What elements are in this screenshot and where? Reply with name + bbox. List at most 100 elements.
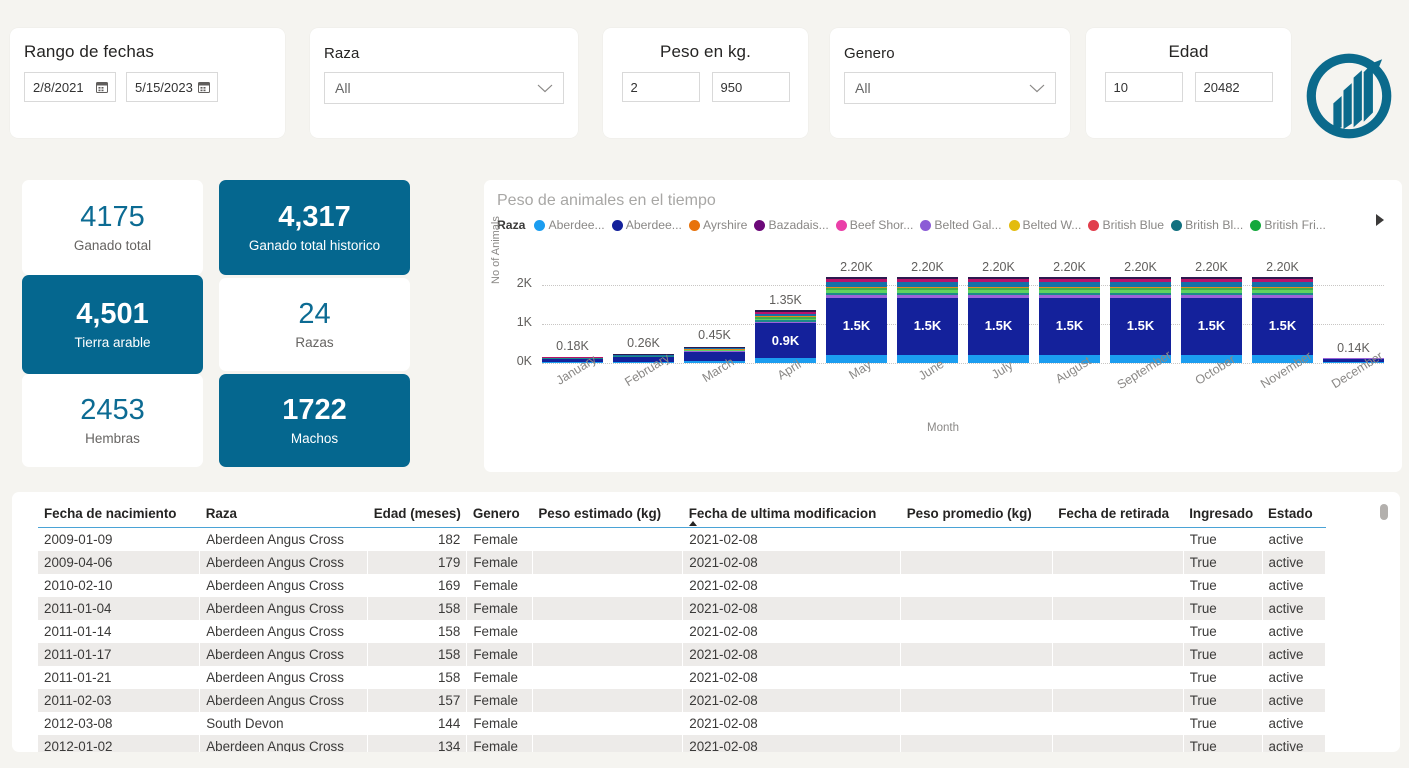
bar-column[interactable]: 0.14K (1323, 232, 1384, 363)
table-header-cell[interactable]: Peso promedio (kg) (900, 492, 1053, 528)
table-cell: 2021-02-08 (682, 666, 902, 689)
table-cell (1052, 574, 1184, 597)
table-row[interactable]: 2010-02-10 Aberdeen Angus Cross 169 Female 2… (38, 574, 1326, 597)
bar-column[interactable]: 2.20K 1.5K (1039, 232, 1100, 363)
legend-next-arrow-icon[interactable] (1376, 214, 1384, 226)
kpi-card-hembras[interactable]: 2453 Hembras (22, 374, 203, 467)
table-header-cell[interactable]: Ingresado (1183, 492, 1262, 528)
kpi-card-ganado-total[interactable]: 4175 Ganado total (22, 180, 203, 275)
bar-column[interactable]: 1.35K 0.9K (755, 232, 816, 363)
bar-column[interactable]: 2.20K 1.5K (826, 232, 887, 363)
chevron-down-icon (1029, 84, 1045, 92)
table-cell: Female (466, 597, 533, 620)
genero-dropdown[interactable]: All (844, 72, 1056, 104)
legend-color-dot (754, 219, 766, 231)
table-header-row: Fecha de nacimiento Raza Edad (meses) Gener… (38, 492, 1326, 528)
table-row[interactable]: 2012-01-02 Aberdeen Angus Cross 134 Female 2… (38, 735, 1326, 752)
table-cell (532, 527, 684, 551)
legend-item[interactable]: Aberdee... (611, 218, 682, 232)
bar-column[interactable]: 2.20K 1.5K (1181, 232, 1242, 363)
legend-item[interactable]: Beef Shor... (835, 218, 913, 232)
y-tick-label: 2K (516, 276, 532, 290)
kpi-label: Ganado total historico (248, 238, 381, 254)
table-row[interactable]: 2011-01-14 Aberdeen Angus Cross 158 Female 2… (38, 620, 1326, 643)
table-header-cell[interactable]: Edad (meses) (367, 492, 467, 528)
table-row[interactable]: 2009-01-09 Aberdeen Angus Cross 182 Female 2… (38, 527, 1326, 551)
bar-total-label: 0.45K (698, 328, 731, 343)
edad-min-input[interactable]: 10 (1104, 72, 1183, 102)
table-row[interactable]: 2009-04-06 Aberdeen Angus Cross 179 Female 2… (38, 551, 1326, 574)
legend-item[interactable]: British Blue (1088, 218, 1164, 232)
table-cell (1052, 712, 1184, 735)
table-cell: Aberdeen Angus Cross (199, 689, 369, 712)
table-row[interactable]: 2011-02-03 Aberdeen Angus Cross 157 Female 2… (38, 689, 1326, 712)
edad-max-input[interactable]: 20482 (1194, 72, 1273, 102)
table-cell: 2021-02-08 (682, 597, 902, 620)
table-cell: Female (466, 574, 533, 597)
peso-max-input[interactable]: 950 (711, 72, 790, 102)
raza-dropdown[interactable]: All (324, 72, 564, 104)
table-header-cell[interactable]: Fecha de nacimiento (38, 492, 200, 528)
legend-item[interactable]: Aberdee... (534, 218, 605, 232)
bar-column[interactable]: 2.20K 1.5K (1110, 232, 1171, 363)
dashboard-page: Rango de fechas 2/8/2021 5/15/2023 Raza … (0, 0, 1409, 768)
table-row[interactable]: 2011-01-17 Aberdeen Angus Cross 158 Female 2… (38, 643, 1326, 666)
table-cell (532, 666, 684, 689)
table-header-cell[interactable]: Raza (199, 492, 368, 528)
bar-column[interactable]: 0.18K (542, 232, 603, 363)
table-row[interactable]: 2012-03-08 South Devon 144 Female 2021-02-08… (38, 712, 1326, 735)
table-cell: 2021-02-08 (682, 689, 902, 712)
filter-card-peso: Peso en kg. 2 950 (603, 28, 808, 138)
table-header-cell[interactable]: Genero (466, 492, 533, 528)
table-cell: Female (466, 620, 533, 643)
table-header-cell[interactable]: Fecha de retirada (1052, 492, 1184, 528)
legend-item[interactable]: Belted W... (1008, 218, 1081, 232)
kpi-card-tierra-arable[interactable]: 4,501 Tierra arable (22, 275, 203, 374)
table-row[interactable]: 2011-01-04 Aberdeen Angus Cross 158 Female 2… (38, 597, 1326, 620)
chart-x-axis-title: Month (927, 422, 959, 434)
table-row[interactable]: 2011-01-21 Aberdeen Angus Cross 158 Female 2… (38, 666, 1326, 689)
data-table: Fecha de nacimiento Raza Edad (meses) Gener… (38, 492, 1326, 752)
table-cell (900, 689, 1053, 712)
legend-item[interactable]: British Fri... (1250, 218, 1326, 232)
peso-max-value: 950 (720, 79, 743, 95)
table-cell: Aberdeen Angus Cross (199, 574, 369, 597)
table-cell: 2011-01-04 (38, 597, 201, 620)
bar-column[interactable]: 0.26K (613, 232, 674, 363)
peso-min-input[interactable]: 2 (621, 72, 700, 102)
legend-item[interactable]: Ayrshire (688, 218, 747, 232)
table-cell: True (1183, 574, 1263, 597)
table-header-cell[interactable]: Peso estimado (kg) (532, 492, 683, 528)
table-header-cell[interactable]: Estado (1262, 492, 1326, 528)
kpi-card-ganado-total-historico[interactable]: 4,317 Ganado total historico (219, 180, 410, 275)
kpi-value: 24 (298, 297, 331, 330)
table-cell: True (1183, 666, 1263, 689)
table-cell: 158 (367, 620, 468, 643)
legend-item[interactable]: British Bl... (1171, 218, 1243, 232)
kpi-grid: 4175 Ganado total 4,317 Ganado total histor… (22, 180, 434, 468)
kpi-card-machos[interactable]: 1722 Machos (219, 374, 410, 467)
date-range-title: Rango de fechas (24, 42, 155, 61)
table-header-cell[interactable]: Fecha de ultima modificacion (682, 492, 901, 528)
bar-total-label: 2.20K (911, 260, 944, 275)
bar-column[interactable]: 2.20K 1.5K (968, 232, 1029, 363)
kpi-value: 4,317 (278, 200, 351, 233)
table-cell: 2011-01-17 (38, 643, 201, 666)
kpi-card-razas[interactable]: 24 Razas (219, 278, 410, 371)
legend-item[interactable]: Bazadais... (754, 218, 829, 232)
kpi-label: Machos (290, 431, 339, 447)
legend-item[interactable]: Belted Gal... (920, 218, 1002, 232)
date-start-input[interactable]: 2/8/2021 (24, 72, 116, 102)
table-cell (900, 597, 1053, 620)
table-scrollbar-thumb[interactable] (1380, 504, 1388, 520)
date-end-input[interactable]: 5/15/2023 (126, 72, 218, 102)
bar-column[interactable]: 2.20K 1.5K (1252, 232, 1313, 363)
bar-column[interactable]: 2.20K 1.5K (897, 232, 958, 363)
kpi-value: 4175 (80, 200, 145, 233)
legend-label: Aberdee... (548, 218, 605, 232)
bar-column[interactable]: 0.45K (684, 232, 745, 363)
bar-total-label: 1.35K (769, 293, 802, 308)
data-table-card: Fecha de nacimiento Raza Edad (meses) Gener… (12, 492, 1400, 752)
chart-plot-area: No of Animals 0K 1K 2K 0.18K 0.26K 0.45K 1.35… (484, 216, 1402, 444)
edad-min-value: 10 (1113, 79, 1128, 95)
